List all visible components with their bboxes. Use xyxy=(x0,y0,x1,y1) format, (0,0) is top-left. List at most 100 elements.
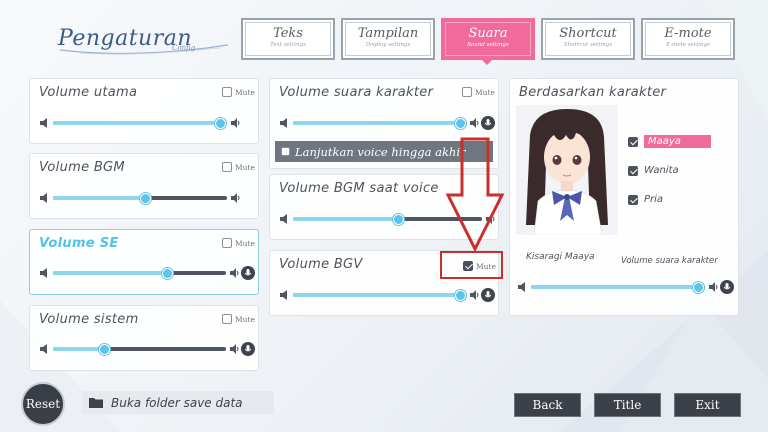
continue-voice-checkbox[interactable] xyxy=(281,147,290,156)
volume-bgm-slider[interactable] xyxy=(40,192,240,204)
panel-volume-utama: Volume utama Mute xyxy=(29,78,259,144)
mute-label: Mute xyxy=(235,238,255,248)
slider-knob[interactable] xyxy=(139,192,151,204)
active-tab-pointer xyxy=(480,58,494,65)
folder-icon xyxy=(89,398,103,408)
back-button[interactable]: Back xyxy=(514,393,581,417)
slider-track[interactable] xyxy=(53,117,227,129)
title-button[interactable]: Title xyxy=(594,393,661,417)
slider-track[interactable] xyxy=(53,343,226,355)
speaker-low-icon xyxy=(280,214,287,224)
reset-button[interactable]: Reset xyxy=(21,382,65,426)
filter-pria[interactable]: Pria xyxy=(628,194,663,205)
slider-track[interactable] xyxy=(53,192,227,204)
panel-title: Volume BGV xyxy=(279,257,363,272)
panel-title: Volume BGM saat voice xyxy=(279,181,439,196)
speaker-low-icon xyxy=(280,118,287,128)
slider-fill xyxy=(53,347,105,351)
voice-test-icon[interactable] xyxy=(481,288,495,302)
mute-checkbox[interactable] xyxy=(222,87,232,97)
exit-button[interactable]: Exit xyxy=(674,393,741,417)
open-save-folder-label: Buka folder save data xyxy=(111,395,243,410)
character-voice-volume-label: Volume suara karakter xyxy=(621,256,718,266)
volume-sistem-slider[interactable] xyxy=(40,342,255,356)
open-save-folder-button[interactable]: Buka folder save data xyxy=(82,391,274,414)
filter-maaya[interactable]: Maaya xyxy=(628,135,711,148)
slider-track[interactable] xyxy=(293,117,467,129)
slider-knob[interactable] xyxy=(455,289,467,301)
slider-track[interactable] xyxy=(293,289,467,301)
slider-fill xyxy=(293,293,461,297)
filter-maaya-label: Maaya xyxy=(644,135,711,148)
tab-teks[interactable]: Teks Text settings xyxy=(241,18,335,60)
speaker-low-icon xyxy=(40,118,47,128)
mute-checkbox[interactable] xyxy=(222,238,232,248)
filter-pria-checkbox[interactable] xyxy=(628,194,638,205)
mute-label: Mute xyxy=(235,162,255,172)
panel-title: Volume suara karakter xyxy=(279,85,434,100)
mute-checkbox[interactable] xyxy=(462,87,472,97)
voice-test-icon[interactable] xyxy=(241,342,255,356)
speaker-high-icon xyxy=(230,344,239,354)
speaker-high-icon xyxy=(231,118,240,128)
speaker-low-icon xyxy=(40,344,47,354)
panel-title: Volume sistem xyxy=(39,312,139,327)
panel-title: Volume SE xyxy=(39,236,119,251)
speaker-low-icon xyxy=(280,290,287,300)
filter-wanita[interactable]: Wanita xyxy=(628,165,679,176)
panel-volume-bgm: Volume BGM Mute xyxy=(29,153,259,219)
slider-fill xyxy=(293,217,399,221)
filter-pria-label: Pria xyxy=(644,194,664,205)
speaker-low-icon xyxy=(40,268,47,278)
mute-toggle[interactable]: Mute xyxy=(222,314,255,324)
volume-suara-karakter-slider[interactable] xyxy=(280,116,495,130)
voice-test-icon[interactable] xyxy=(481,116,495,130)
volume-bgv-slider[interactable] xyxy=(280,288,495,302)
slider-knob[interactable] xyxy=(161,267,173,279)
speaker-high-icon xyxy=(231,193,240,203)
mute-toggle[interactable]: Mute xyxy=(222,238,255,248)
tab-tampilan[interactable]: Tampilan Display settings xyxy=(341,18,435,60)
voice-test-icon[interactable] xyxy=(720,280,734,294)
volume-utama-slider[interactable] xyxy=(40,117,240,129)
slider-knob[interactable] xyxy=(214,117,226,129)
panel-volume-se: Volume SE Mute xyxy=(29,229,259,295)
mute-label: Mute xyxy=(235,87,255,97)
mute-checkbox[interactable] xyxy=(222,314,232,324)
speaker-high-icon xyxy=(470,118,479,128)
voice-test-icon[interactable] xyxy=(241,266,255,280)
speaker-low-icon xyxy=(518,282,525,292)
continue-voice-label: Lanjutkan voice hingga akhir xyxy=(295,144,466,159)
panel-volume-sistem: Volume sistem Mute xyxy=(29,305,259,371)
slider-knob[interactable] xyxy=(99,343,111,355)
slider-fill xyxy=(53,196,146,200)
slider-knob[interactable] xyxy=(455,117,467,129)
tab-emote[interactable]: E-mote E-mote settings xyxy=(641,18,735,60)
mute-toggle[interactable]: Mute xyxy=(222,87,255,97)
slider-fill xyxy=(53,271,168,275)
slider-knob[interactable] xyxy=(393,213,405,225)
tab-shortcut[interactable]: Shortcut Shortcut settings xyxy=(541,18,635,60)
annotation-arrow-icon xyxy=(445,137,505,253)
mute-label: Mute xyxy=(235,314,255,324)
slider-track[interactable] xyxy=(531,281,705,293)
mute-label: Mute xyxy=(475,87,495,97)
character-voice-volume-slider[interactable] xyxy=(518,280,734,294)
panel-title: Volume BGM xyxy=(39,160,125,175)
speaker-high-icon xyxy=(230,268,239,278)
tab-suara[interactable]: Suara Sound settings xyxy=(441,18,535,60)
slider-fill xyxy=(53,121,221,125)
filter-wanita-checkbox[interactable] xyxy=(628,165,638,176)
filter-maaya-checkbox[interactable] xyxy=(628,136,638,147)
panel-title: Berdasarkan karakter xyxy=(519,85,667,100)
page-subtitle: Config xyxy=(172,44,196,52)
mute-toggle[interactable]: Mute xyxy=(462,87,495,97)
volume-se-slider[interactable] xyxy=(40,266,255,280)
filter-wanita-label: Wanita xyxy=(644,165,679,176)
slider-knob[interactable] xyxy=(692,281,704,293)
slider-track[interactable] xyxy=(53,267,226,279)
speaker-high-icon xyxy=(470,290,479,300)
mute-checkbox[interactable] xyxy=(222,162,232,172)
mute-toggle[interactable]: Mute xyxy=(222,162,255,172)
speaker-high-icon xyxy=(709,282,718,292)
